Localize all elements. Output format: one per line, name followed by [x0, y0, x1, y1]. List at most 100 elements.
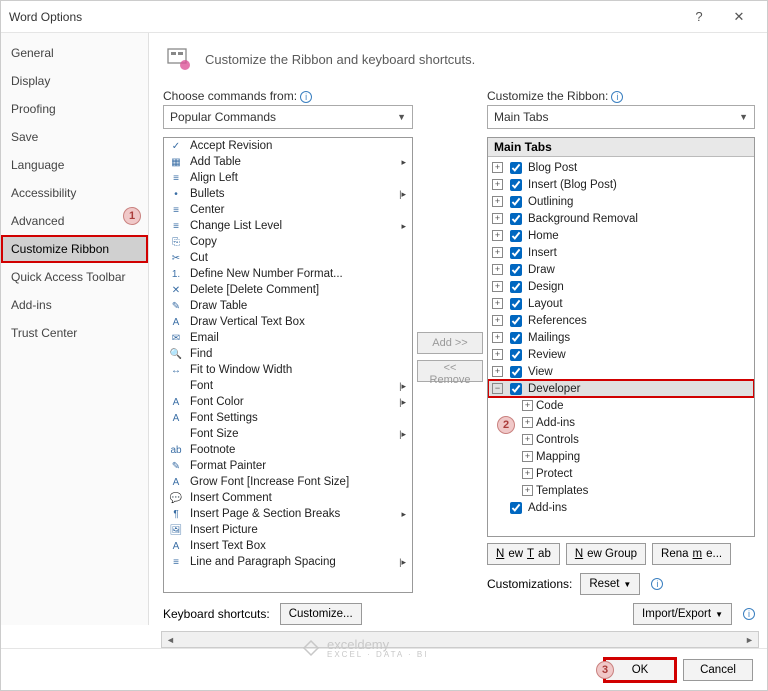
- tab-checkbox[interactable]: [510, 179, 522, 191]
- collapse-icon[interactable]: −: [492, 383, 503, 394]
- sidebar-item-trust-center[interactable]: Trust Center: [1, 319, 148, 347]
- info-icon[interactable]: i: [611, 91, 623, 103]
- sidebar-item-general[interactable]: General: [1, 39, 148, 67]
- tree-row[interactable]: +Protect: [488, 465, 754, 482]
- expand-icon[interactable]: +: [522, 485, 533, 496]
- tab-checkbox[interactable]: [510, 383, 522, 395]
- command-item[interactable]: ✓Accept Revision: [164, 138, 412, 154]
- tab-checkbox[interactable]: [510, 349, 522, 361]
- tree-row[interactable]: +Controls: [488, 431, 754, 448]
- command-item[interactable]: ≡Center: [164, 202, 412, 218]
- tree-row[interactable]: +Home: [488, 227, 754, 244]
- tab-checkbox[interactable]: [510, 332, 522, 344]
- tree-row[interactable]: +Mailings: [488, 329, 754, 346]
- expand-icon[interactable]: +: [522, 468, 533, 479]
- cancel-button[interactable]: Cancel: [683, 659, 753, 681]
- tab-checkbox[interactable]: [510, 281, 522, 293]
- command-item[interactable]: ≡Change List Level▸: [164, 218, 412, 234]
- tree-row[interactable]: +View: [488, 363, 754, 380]
- command-item[interactable]: ✉Email: [164, 330, 412, 346]
- customize-ribbon-dropdown[interactable]: Main Tabs▼: [487, 105, 755, 129]
- command-item[interactable]: AFont Settings: [164, 410, 412, 426]
- sidebar-item-quick-access-toolbar[interactable]: Quick Access Toolbar: [1, 263, 148, 291]
- command-item[interactable]: ⎘Copy: [164, 234, 412, 250]
- expand-icon[interactable]: +: [522, 451, 533, 462]
- tree-row[interactable]: −Developer: [488, 380, 754, 397]
- command-item[interactable]: ✎Draw Table: [164, 298, 412, 314]
- command-item[interactable]: AFont Color|▸: [164, 394, 412, 410]
- tree-row[interactable]: +Layout: [488, 295, 754, 312]
- expand-icon[interactable]: +: [492, 179, 503, 190]
- tree-row[interactable]: +Background Removal: [488, 210, 754, 227]
- command-item[interactable]: ↔Fit to Window Width: [164, 362, 412, 378]
- commands-listbox[interactable]: ✓Accept Revision▦Add Table▸≡Align Left•B…: [163, 137, 413, 593]
- expand-icon[interactable]: +: [492, 366, 503, 377]
- sidebar-item-proofing[interactable]: Proofing: [1, 95, 148, 123]
- command-item[interactable]: ✕Delete [Delete Comment]: [164, 282, 412, 298]
- info-icon[interactable]: i: [743, 608, 755, 620]
- close-button[interactable]: ✕: [719, 9, 759, 25]
- command-item[interactable]: Font|▸: [164, 378, 412, 394]
- tab-checkbox[interactable]: [510, 502, 522, 514]
- expand-icon[interactable]: +: [522, 400, 533, 411]
- tree-row[interactable]: +Mapping: [488, 448, 754, 465]
- tree-row[interactable]: +Add-ins: [488, 414, 754, 431]
- expand-icon[interactable]: +: [522, 417, 533, 428]
- command-item[interactable]: •Bullets|▸: [164, 186, 412, 202]
- info-icon[interactable]: i: [300, 91, 312, 103]
- command-item[interactable]: 🔍Find: [164, 346, 412, 362]
- tab-checkbox[interactable]: [510, 298, 522, 310]
- command-item[interactable]: 1.Define New Number Format...: [164, 266, 412, 282]
- new-tab-button[interactable]: New Tab: [487, 543, 560, 565]
- horizontal-scrollbar[interactable]: ◄ ►: [161, 631, 759, 648]
- tab-checkbox[interactable]: [510, 162, 522, 174]
- command-item[interactable]: AGrow Font [Increase Font Size]: [164, 474, 412, 490]
- expand-icon[interactable]: +: [492, 332, 503, 343]
- tab-checkbox[interactable]: [510, 264, 522, 276]
- sidebar-item-language[interactable]: Language: [1, 151, 148, 179]
- command-item[interactable]: ≡Align Left: [164, 170, 412, 186]
- tab-checkbox[interactable]: [510, 196, 522, 208]
- tree-row[interactable]: +Insert: [488, 244, 754, 261]
- tabs-tree[interactable]: Main Tabs +Blog Post+Insert (Blog Post)+…: [487, 137, 755, 537]
- command-item[interactable]: ADraw Vertical Text Box: [164, 314, 412, 330]
- reset-button[interactable]: Reset ▼: [580, 573, 640, 595]
- import-export-button[interactable]: Import/Export ▼: [633, 603, 732, 625]
- command-item[interactable]: 🖼Insert Picture: [164, 522, 412, 538]
- help-button[interactable]: ?: [679, 9, 719, 24]
- expand-icon[interactable]: +: [492, 281, 503, 292]
- tree-row[interactable]: +Design: [488, 278, 754, 295]
- sidebar-item-save[interactable]: Save: [1, 123, 148, 151]
- expand-icon[interactable]: +: [492, 315, 503, 326]
- tree-row[interactable]: +References: [488, 312, 754, 329]
- command-item[interactable]: ✂Cut: [164, 250, 412, 266]
- add-button[interactable]: Add >>: [417, 332, 483, 354]
- sidebar-item-customize-ribbon[interactable]: Customize Ribbon: [1, 235, 148, 263]
- rename-button[interactable]: Rename...: [652, 543, 731, 565]
- tree-row[interactable]: +Blog Post: [488, 159, 754, 176]
- scroll-left-icon[interactable]: ◄: [162, 635, 179, 645]
- sidebar-item-display[interactable]: Display: [1, 67, 148, 95]
- command-item[interactable]: Font Size|▸: [164, 426, 412, 442]
- tab-checkbox[interactable]: [510, 247, 522, 259]
- command-item[interactable]: ¶Insert Page & Section Breaks▸: [164, 506, 412, 522]
- tree-row[interactable]: +Code: [488, 397, 754, 414]
- remove-button[interactable]: << Remove: [417, 360, 483, 382]
- info-icon[interactable]: i: [651, 578, 663, 590]
- expand-icon[interactable]: +: [492, 213, 503, 224]
- tree-row[interactable]: +Draw: [488, 261, 754, 278]
- expand-icon[interactable]: +: [492, 162, 503, 173]
- choose-commands-dropdown[interactable]: Popular Commands▼: [163, 105, 413, 129]
- tree-row[interactable]: +Review: [488, 346, 754, 363]
- expand-icon[interactable]: +: [492, 247, 503, 258]
- command-item[interactable]: ✎Format Painter: [164, 458, 412, 474]
- new-group-button[interactable]: New Group: [566, 543, 646, 565]
- sidebar-item-add-ins[interactable]: Add-ins: [1, 291, 148, 319]
- command-item[interactable]: ▦Add Table▸: [164, 154, 412, 170]
- expand-icon[interactable]: +: [522, 434, 533, 445]
- customize-button[interactable]: Customize...: [280, 603, 362, 625]
- tab-checkbox[interactable]: [510, 213, 522, 225]
- tree-row[interactable]: Add-ins: [488, 499, 754, 516]
- tree-row[interactable]: +Insert (Blog Post): [488, 176, 754, 193]
- expand-icon[interactable]: +: [492, 264, 503, 275]
